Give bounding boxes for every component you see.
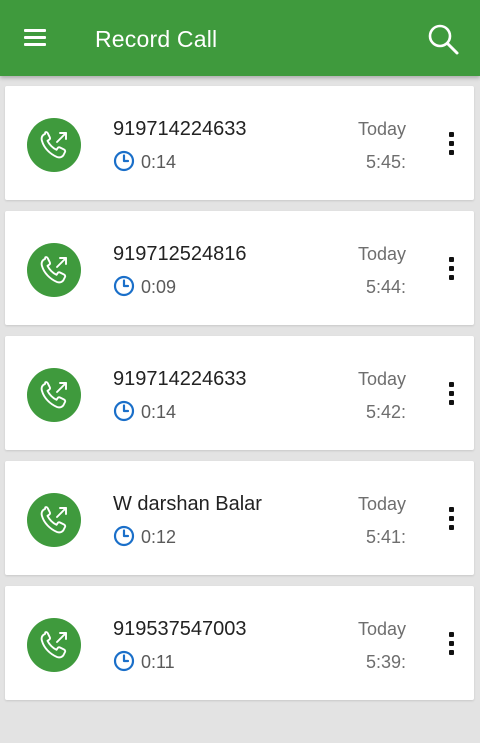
call-day: Today <box>357 494 406 514</box>
clock-icon <box>113 275 135 297</box>
call-time: 5:42: <box>365 402 406 422</box>
search-icon[interactable] <box>424 20 464 60</box>
call-time: 5:45: <box>365 152 406 172</box>
more-vertical-icon[interactable] <box>443 505 463 537</box>
clock-icon <box>113 525 135 547</box>
outgoing-call-icon <box>27 493 81 547</box>
hamburger-menu-icon[interactable] <box>22 26 50 50</box>
caller-name: 919714224633 <box>113 368 247 390</box>
outgoing-call-icon <box>27 618 81 672</box>
caller-name: 919712524816 <box>113 243 247 265</box>
call-day: Today <box>357 119 406 139</box>
call-day: Today <box>357 369 406 389</box>
call-day: Today <box>357 244 406 264</box>
caller-name: 919537547003 <box>113 618 247 640</box>
call-duration: 0:09 <box>141 277 177 297</box>
call-duration: 0:11 <box>141 652 175 672</box>
recording-item[interactable]: W darshan Balar 0:12 Today 5:41: <box>5 461 474 575</box>
more-vertical-icon[interactable] <box>443 255 463 287</box>
clock-icon <box>113 400 135 422</box>
call-duration: 0:12 <box>141 527 177 547</box>
call-day: Today <box>357 619 406 639</box>
app-bar: Record Call <box>0 0 480 76</box>
recording-item[interactable]: 919537547003 0:11 Today 5:39: <box>5 586 474 700</box>
outgoing-call-icon <box>27 368 81 422</box>
recording-item[interactable]: 919714224633 0:14 Today 5:42: <box>5 336 474 450</box>
call-time: 5:39: <box>365 652 406 672</box>
app-title: Record Call <box>95 26 218 52</box>
call-duration: 0:14 <box>141 152 177 172</box>
clock-icon <box>113 150 135 172</box>
caller-name: 919714224633 <box>113 118 247 140</box>
outgoing-call-icon <box>27 118 81 172</box>
recording-item[interactable]: 919714224633 0:14 Today 5:45: <box>5 86 474 200</box>
caller-name: W darshan Balar <box>113 493 262 515</box>
recording-item[interactable]: 919712524816 0:09 Today 5:44: <box>5 211 474 325</box>
more-vertical-icon[interactable] <box>443 130 463 162</box>
more-vertical-icon[interactable] <box>443 630 463 662</box>
more-vertical-icon[interactable] <box>443 380 463 412</box>
call-time: 5:44: <box>365 277 406 297</box>
clock-icon <box>113 650 135 672</box>
call-duration: 0:14 <box>141 402 177 422</box>
outgoing-call-icon <box>27 243 81 297</box>
call-time: 5:41: <box>365 527 406 547</box>
